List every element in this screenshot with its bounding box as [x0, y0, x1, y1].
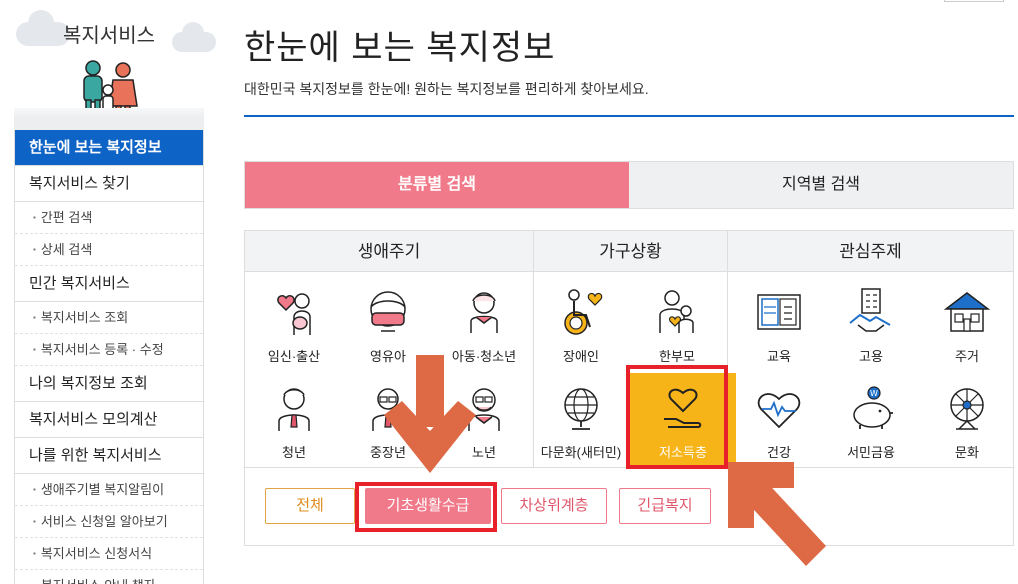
group-interest: 관심주제 교육 고용 주거 건강 W 서민금융 문화	[727, 231, 1013, 467]
top-control[interactable]	[944, 0, 1004, 2]
category-label: 한부모	[659, 349, 695, 364]
category-finance[interactable]: W 서민금융	[818, 373, 924, 469]
title-divider	[244, 115, 1014, 117]
category-label: 문화	[955, 445, 979, 460]
filter-basic-livelihood-button[interactable]: 기초생활수급	[365, 488, 491, 524]
infant-icon	[370, 291, 406, 332]
sidebar-item-overview[interactable]: 한눈에 보는 복지정보	[15, 130, 203, 166]
pregnancy-icon	[277, 293, 311, 335]
category-infant[interactable]: 영유아	[335, 277, 441, 373]
education-icon	[757, 294, 801, 330]
filter-row: 전체 기초생활수급 차상위계층 긴급복지	[244, 468, 1014, 546]
sidebar-item-my-welfare[interactable]: 나의 복지정보 조회	[15, 366, 203, 402]
category-label: 노년	[472, 445, 496, 460]
finance-icon: W	[853, 386, 893, 429]
low-income-icon	[664, 388, 702, 428]
middle-aged-icon	[372, 388, 404, 431]
category-health[interactable]: 건강	[726, 373, 832, 469]
sidebar-item-for-me[interactable]: 나를 위한 복지서비스	[15, 438, 203, 474]
category-label: 저소득층	[659, 445, 707, 460]
group-household: 가구상황 장애인 한부모 다문화(새터민) 저소득층	[533, 231, 736, 469]
page-description: 대한민국 복지정보를 한눈에! 원하는 복지정보를 편리하게 찾아보세요.	[244, 81, 649, 97]
search-tabs: 분류별 검색 지역별 검색	[244, 161, 1014, 209]
filter-emergency-button[interactable]: 긴급복지	[619, 488, 711, 524]
youth-icon	[278, 388, 310, 431]
sidebar-item-private-service[interactable]: 민간 복지서비스	[15, 266, 203, 302]
category-label: 서민금융	[847, 445, 895, 460]
tab-region-search[interactable]: 지역별 검색	[629, 162, 1013, 208]
category-child[interactable]: 아동·청소년	[431, 277, 537, 373]
category-label: 주거	[955, 349, 979, 364]
disabled-icon	[564, 289, 603, 335]
page-title: 한눈에 보는 복지정보	[244, 29, 556, 67]
category-label: 임신·출산	[267, 349, 321, 364]
sidebar-item-detail-search[interactable]: 상세 검색	[15, 234, 203, 266]
group-title: 생애주기	[245, 231, 533, 272]
category-pregnancy[interactable]: 임신·출산	[241, 277, 347, 373]
sidebar-item-apply-forms[interactable]: 복지서비스 신청서식	[15, 538, 203, 570]
sidebar-item-lifecycle-alert[interactable]: 생애주기별 복지알림이	[15, 474, 203, 506]
category-label: 영유아	[370, 349, 406, 364]
sidebar-title: 복지서비스	[63, 25, 155, 47]
elderly-icon	[468, 388, 500, 431]
sidebar-item-service-register[interactable]: 복지서비스 등록 · 수정	[15, 334, 203, 366]
category-disabled[interactable]: 장애인	[528, 277, 634, 373]
header-base	[14, 108, 204, 130]
multicultural-icon	[564, 388, 598, 430]
sidebar-item-apply-date[interactable]: 서비스 신청일 알아보기	[15, 506, 203, 538]
svg-text:W: W	[870, 389, 878, 398]
sidebar-item-simple-search[interactable]: 간편 검색	[15, 202, 203, 234]
housing-icon	[943, 292, 991, 332]
category-elderly[interactable]: 노년	[431, 373, 537, 469]
category-multicultural[interactable]: 다문화(새터민)	[528, 373, 634, 469]
category-culture[interactable]: 문화	[914, 373, 1018, 469]
category-label: 교육	[767, 349, 791, 364]
category-education[interactable]: 교육	[726, 277, 832, 373]
sidebar-item-service-lookup[interactable]: 복지서비스 조회	[15, 302, 203, 334]
category-label: 다문화(새터민)	[540, 445, 622, 460]
category-label: 장애인	[563, 349, 599, 364]
child-icon	[470, 292, 498, 333]
category-label: 청년	[282, 445, 306, 460]
category-housing[interactable]: 주거	[914, 277, 1018, 373]
category-single-parent[interactable]: 한부모	[624, 277, 730, 373]
category-label: 건강	[767, 445, 791, 460]
employment-icon	[849, 288, 891, 332]
filter-near-poverty-button[interactable]: 차상위계층	[501, 488, 607, 524]
category-low-income[interactable]: 저소득층	[630, 373, 736, 469]
group-title: 관심주제	[728, 231, 1013, 272]
culture-icon	[950, 388, 984, 430]
category-youth[interactable]: 청년	[241, 373, 347, 469]
category-label: 중장년	[370, 445, 406, 460]
tab-category-search[interactable]: 분류별 검색	[245, 162, 629, 208]
filter-all-button[interactable]: 전체	[265, 488, 355, 524]
group-life-cycle: 생애주기 임신·출산 영유아 아동·청소년 청년 중장년 노년	[245, 231, 533, 467]
sidebar: 복지서비스 한눈에 보는 복지정보 복지서비스 찾기 간편 검색 상세 검색 민…	[14, 0, 216, 584]
sidebar-header: 복지서비스	[14, 0, 216, 130]
category-employment[interactable]: 고용	[818, 277, 924, 373]
sidebar-menu: 한눈에 보는 복지정보 복지서비스 찾기 간편 검색 상세 검색 민간 복지서비…	[14, 130, 204, 584]
health-icon	[757, 393, 801, 429]
sidebar-item-simulation[interactable]: 복지서비스 모의계산	[15, 402, 203, 438]
sidebar-item-guide-booklet[interactable]: 복지서비스 안내 책자	[15, 570, 203, 584]
group-title: 가구상황	[534, 231, 727, 272]
category-middle-aged[interactable]: 중장년	[335, 373, 441, 469]
category-panel: 생애주기 임신·출산 영유아 아동·청소년 청년 중장년 노년 가구상황 장애인…	[244, 230, 1014, 469]
category-label: 고용	[859, 349, 883, 364]
sidebar-item-find-service[interactable]: 복지서비스 찾기	[15, 166, 203, 202]
category-label: 아동·청소년	[451, 349, 517, 364]
single-parent-icon	[659, 290, 694, 333]
